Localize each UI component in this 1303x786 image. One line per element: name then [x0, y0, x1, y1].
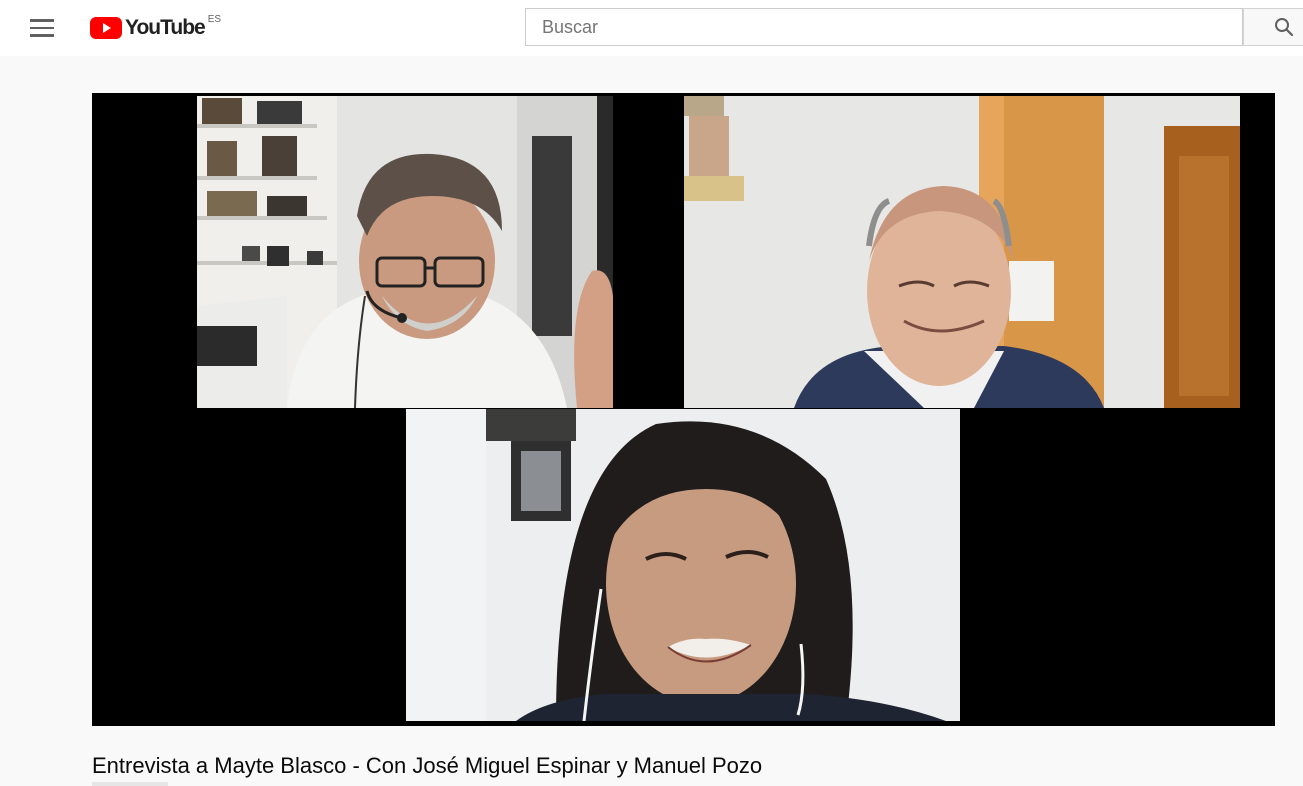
country-code: ES — [207, 13, 222, 25]
video-title: Entrevista a Mayte Blasco - Con José Mig… — [92, 753, 763, 778]
participant-woman — [406, 409, 960, 721]
title-underline — [92, 782, 168, 786]
logo-text: YouTube — [125, 16, 206, 39]
youtube-logo-icon — [90, 17, 122, 39]
search-input[interactable] — [525, 8, 1243, 46]
participant-man-headset — [197, 96, 613, 408]
search-icon — [1275, 18, 1294, 37]
participant-man-bald — [684, 96, 1240, 408]
video-player[interactable] — [92, 93, 1275, 726]
menu-icon[interactable] — [30, 16, 60, 40]
search-button[interactable] — [1243, 8, 1303, 46]
youtube-logo[interactable]: YouTube ES — [90, 13, 222, 40]
masthead: YouTube ES — [0, 0, 1303, 56]
